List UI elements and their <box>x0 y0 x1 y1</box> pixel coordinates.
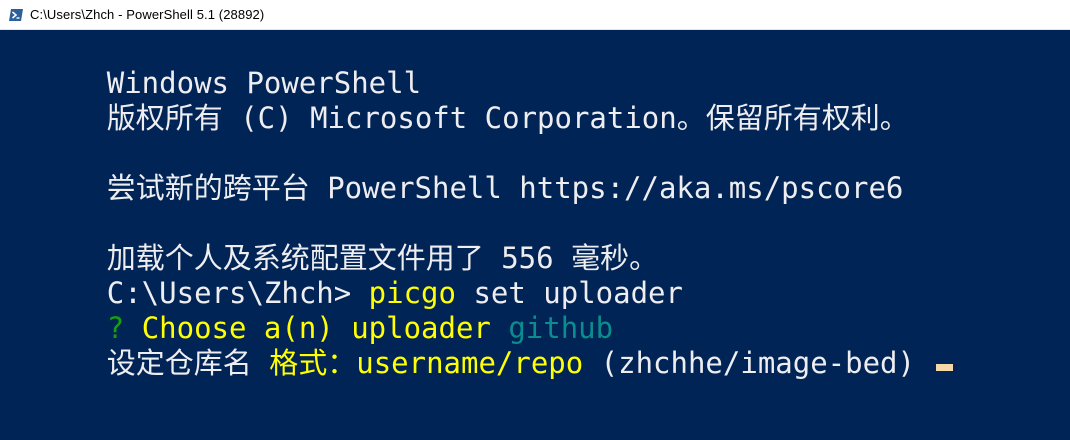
copyright-text: 版权所有 (C) Microsoft Corporation。保留所有权利。 <box>106 101 909 135</box>
console-output[interactable]: Windows PowerShell 版权所有 (C) Microsoft Co… <box>0 30 1070 440</box>
repo-format-hint: 格式：username/repo <box>269 346 584 380</box>
powershell-icon <box>9 8 23 21</box>
console-line-pscore-tip: 尝试新的跨平台 PowerShell https://aka.ms/pscore… <box>2 136 904 205</box>
window-title: C:\Users\Zhch - PowerShell 5.1 (28892) <box>30 7 265 22</box>
console-line-question: ? Choose a(n) uploader github <box>2 276 613 345</box>
console-line-profile-load: 加载个人及系统配置文件用了 556 毫秒。 <box>2 206 658 275</box>
console-line-input-prompt: 设定仓库名 格式：username/repo (zhchhe/image-bed… <box>2 311 954 380</box>
console-line-copyright: 版权所有 (C) Microsoft Corporation。保留所有权利。 <box>2 66 909 135</box>
repo-label: 设定仓库名 <box>106 346 270 380</box>
text-cursor[interactable] <box>936 364 954 371</box>
powershell-window: C:\Users\Zhch - PowerShell 5.1 (28892) W… <box>0 0 1070 440</box>
pscore-tip-text: 尝试新的跨平台 PowerShell https://aka.ms/pscore… <box>106 171 904 205</box>
repo-default-value: (zhchhe/image-bed) <box>583 346 933 380</box>
console-line-command: C:\Users\Zhch> picgo set uploader <box>2 241 683 310</box>
title-bar[interactable]: C:\Users\Zhch - PowerShell 5.1 (28892) <box>0 0 1070 30</box>
console-line-banner: Windows PowerShell <box>2 31 421 100</box>
